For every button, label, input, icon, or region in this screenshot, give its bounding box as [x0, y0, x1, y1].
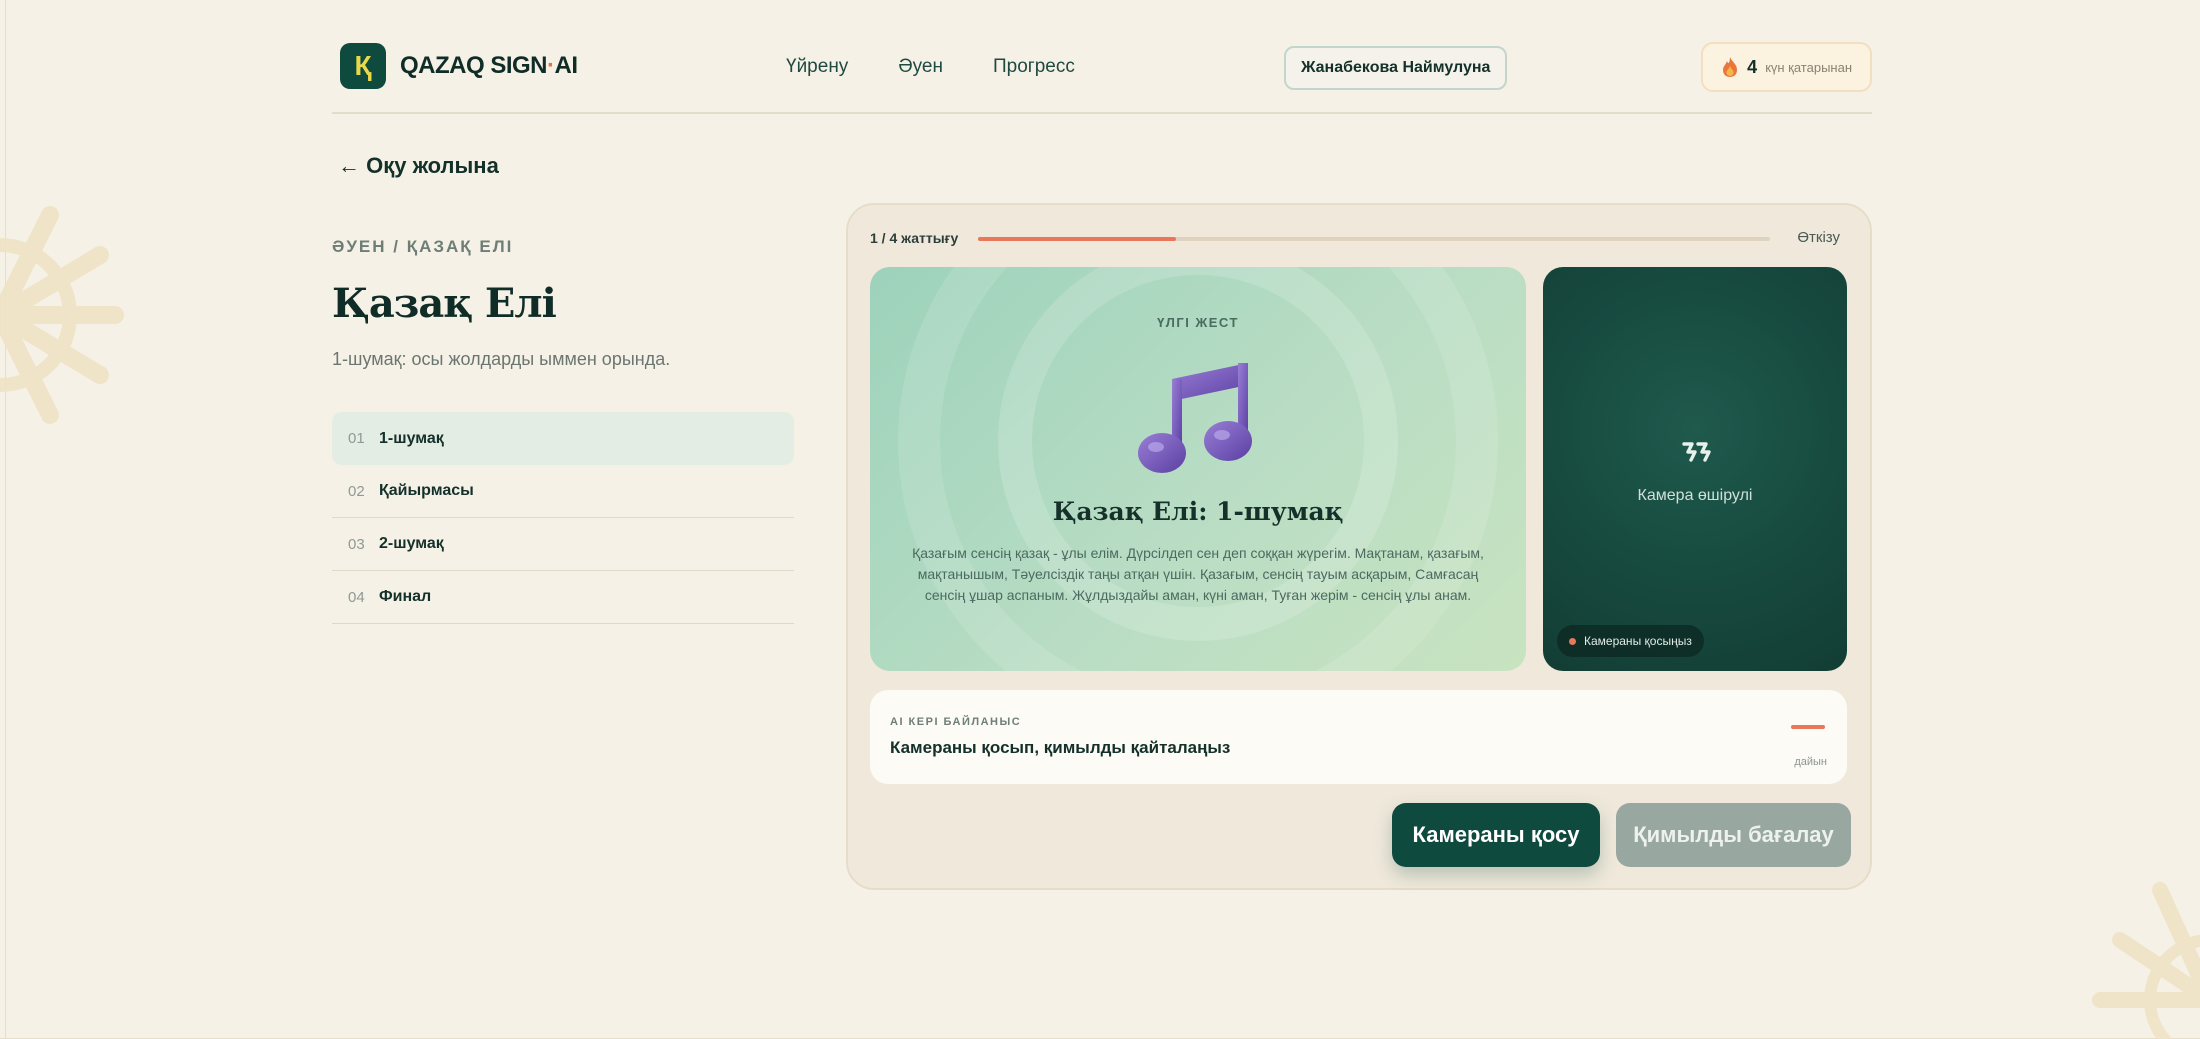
demo-title: Қазақ Елі: 1-шумақ: [1052, 497, 1344, 526]
back-to-path-link[interactable]: ← Оқу жолына: [338, 153, 499, 179]
feedback-status: дайын: [1794, 756, 1827, 768]
list-item[interactable]: 03 2-шумақ: [332, 518, 794, 571]
feedback-message: Камераны қосып, қимылды қайталаңыз: [890, 738, 1231, 757]
sun-ornament-icon: [2092, 882, 2200, 1039]
nav-music[interactable]: Әуен: [898, 56, 943, 78]
flame-icon: [1723, 57, 1738, 77]
nav-learn[interactable]: Үйрену: [786, 56, 848, 78]
exercise-card: 1 / 4 жаттығу Өткізу ҮЛГІ ЖЕСТ Қазақ Елі…: [846, 203, 1872, 890]
part-number: 04: [348, 588, 365, 606]
logo-name-tail: AI: [554, 52, 579, 79]
evaluate-gesture-button[interactable]: Қимылды бағалау: [1616, 803, 1851, 867]
camera-hint-pill: Камераны қосыңыз: [1557, 625, 1704, 657]
top-header: Қ QAZAQ SIGN·AI Үйрену Әуен Прогресс Жан…: [332, 38, 1872, 114]
sun-ornament-icon: [0, 206, 124, 424]
logo-name-main: QAZAQ SIGN: [400, 52, 548, 79]
streak-badge[interactable]: 4 күн қатарынан: [1701, 42, 1872, 92]
logo-mark[interactable]: Қ: [340, 43, 386, 89]
demo-lyrics: Қазағым сенсің қазақ - ұлы елім. Дүрсілд…: [912, 545, 1484, 603]
exercise-step-counter: 1 / 4 жаттығу: [870, 230, 959, 246]
feedback-caption: AI КЕРІ БАЙЛАНЫС: [890, 716, 1022, 728]
nav-progress[interactable]: Прогресс: [993, 56, 1075, 78]
skip-button[interactable]: Өткізу: [1797, 229, 1840, 246]
camera-preview-panel: Камера өшірулі Камераны қосыңыз: [1543, 267, 1847, 671]
status-dot-icon: [1569, 637, 1576, 645]
logo-dot: ·: [547, 52, 555, 79]
main-nav: Үйрену Әуен Прогресс: [786, 56, 1075, 78]
gesture-demo-panel: ҮЛГІ ЖЕСТ Қазақ Елі: 1-шумақ Қазағым сен…: [870, 267, 1526, 671]
part-label: 2-шумақ: [379, 535, 444, 552]
part-label: Финал: [379, 588, 432, 605]
camera-hint-text: Камераны қосыңыз: [1584, 634, 1692, 648]
logo-text[interactable]: QAZAQ SIGN·AI: [400, 52, 578, 80]
list-item[interactable]: 01 1-шумақ: [332, 412, 794, 465]
frame-border-left: [5, 0, 6, 1039]
part-number: 02: [348, 482, 365, 500]
exercise-progress-bar: [978, 237, 1770, 241]
user-profile-button[interactable]: Жанабекова Наймулуна: [1284, 46, 1508, 90]
camera-status-text: Камера өшірулі: [1637, 487, 1753, 504]
part-number: 03: [348, 535, 365, 553]
breadcrumb: ӘУЕН / ҚАЗАҚ ЕЛІ: [332, 237, 514, 256]
enable-camera-button[interactable]: Камераны қосу: [1392, 803, 1600, 867]
streak-label: күн қатарынан: [1765, 59, 1852, 75]
page-subtitle: 1-шумақ: осы жолдарды ыммен орында.: [332, 349, 671, 369]
ai-feedback-panel: AI КЕРІ БАЙЛАНЫС Камераны қосып, қимылды…: [870, 690, 1847, 784]
lesson-parts-list: 01 1-шумақ 02 Қайырмасы 03 2-шумақ 04 Фи…: [332, 412, 794, 624]
feedback-indicator-bar: [1791, 725, 1825, 729]
list-item[interactable]: 04 Финал: [332, 571, 794, 624]
page-title: Қазақ Елі: [332, 280, 557, 327]
camera-off-icon: [1682, 442, 1711, 462]
part-label: Қайырмасы: [379, 482, 474, 499]
demo-label: ҮЛГІ ЖЕСТ: [1157, 315, 1239, 330]
exercise-progress-fill: [978, 237, 1176, 241]
streak-count: 4: [1747, 56, 1758, 77]
list-item[interactable]: 02 Қайырмасы: [332, 465, 794, 518]
music-note-icon: [1138, 363, 1252, 473]
part-label: 1-шумақ: [379, 429, 444, 447]
part-number: 01: [348, 430, 365, 447]
